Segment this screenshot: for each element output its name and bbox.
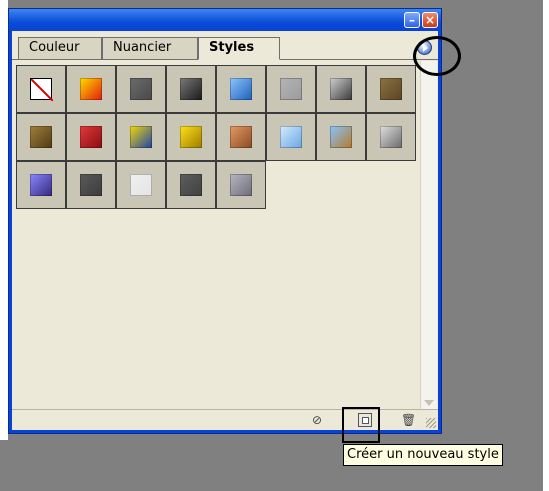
style-swatch-blue-glass[interactable] [216,65,266,113]
close-icon[interactable]: × [422,12,438,28]
style-swatch-grey-frame[interactable] [116,65,166,113]
tab-strip: Couleur Nuancier Styles [12,31,438,60]
style-swatch-grey-gradient[interactable] [316,65,366,113]
style-swatch-outline[interactable] [116,161,166,209]
style-swatch-purple[interactable] [16,161,66,209]
style-swatch-red-stripes[interactable] [66,113,116,161]
tab-couleur[interactable]: Couleur [18,37,102,59]
style-preview-icon [330,78,352,100]
style-swatch-texture[interactable] [366,113,416,161]
style-swatch-charcoal[interactable] [166,161,216,209]
styles-content [16,65,420,410]
tooltip: Créer un nouveau style [343,444,503,466]
style-preview-icon [380,78,402,100]
style-preview-icon [30,78,54,102]
no-entry-icon[interactable]: ⊘ [310,413,324,427]
style-preview-icon [30,174,52,196]
style-preview-icon [80,174,102,196]
styles-panel-window: – × Couleur Nuancier Styles ⊘ 🗑 [8,8,442,434]
style-preview-icon [330,126,352,148]
style-preview-icon [130,126,152,148]
style-preview-icon [180,174,202,196]
style-preview-icon [180,126,202,148]
circle-highlight-annotation [413,36,461,76]
style-swatch-light-blue[interactable] [266,113,316,161]
style-preview-icon [230,78,252,100]
style-swatch-dark-grey[interactable] [66,161,116,209]
tab-styles[interactable]: Styles [198,37,280,60]
style-swatch-copper[interactable] [216,113,266,161]
style-preview-icon [80,126,102,148]
vertical-scrollbar[interactable] [420,61,437,410]
style-swatch-grey-flat[interactable] [266,65,316,113]
style-preview-icon [380,126,402,148]
margin-left [0,0,8,440]
panel-titlebar[interactable]: – × [9,9,441,31]
margin-right [543,0,549,491]
trash-icon[interactable]: 🗑 [401,413,416,427]
style-swatch-yellow-gold[interactable] [166,113,216,161]
style-swatch-dark-bevel[interactable] [166,65,216,113]
style-preview-icon [280,126,302,148]
style-preview-icon [230,126,252,148]
style-swatch-red-glow[interactable] [66,65,116,113]
resize-grip-icon[interactable] [426,418,436,428]
style-preview-icon [230,174,252,196]
rectangle-highlight-annotation [342,407,380,443]
style-swatch-multicolor[interactable] [116,113,166,161]
style-swatch-brown-bevel[interactable] [16,113,66,161]
scroll-down-arrow-icon[interactable] [424,400,434,406]
style-swatch-steel[interactable] [216,161,266,209]
style-preview-icon [80,78,102,100]
style-preview-icon [280,78,302,100]
tab-nuancier[interactable]: Nuancier [102,37,198,59]
minimize-icon[interactable]: – [404,12,420,28]
style-swatch-none[interactable] [16,65,66,113]
style-swatch-brown[interactable] [366,65,416,113]
style-preview-icon [130,174,152,196]
panel-body: Couleur Nuancier Styles ⊘ 🗑 [12,31,438,430]
style-preview-icon [30,126,52,148]
style-preview-icon [180,78,202,100]
style-swatch-landscape[interactable] [316,113,366,161]
style-preview-icon [130,78,152,100]
